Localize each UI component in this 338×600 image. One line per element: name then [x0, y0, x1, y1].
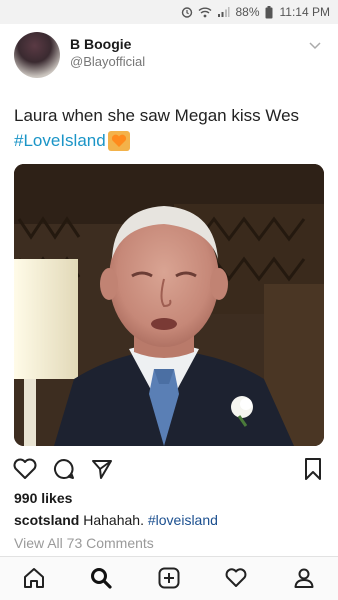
- chevron-down-icon[interactable]: [308, 40, 322, 50]
- heart-icon[interactable]: [12, 457, 38, 481]
- avatar[interactable]: [14, 32, 60, 78]
- wifi-icon: [199, 7, 212, 18]
- signal-icon: [218, 7, 230, 17]
- likes-count[interactable]: 990 likes: [14, 490, 72, 506]
- bottom-nav: [0, 556, 338, 600]
- caption-hashtag[interactable]: #loveisland: [148, 512, 218, 528]
- clock: 11:14 PM: [279, 5, 330, 19]
- post-text: Laura when she saw Megan kiss Wes: [14, 106, 300, 125]
- post-header: B Boogie @Blayofficial: [14, 32, 326, 80]
- hashtag-link[interactable]: #LoveIsland: [14, 131, 106, 151]
- battery-percent: 88%: [235, 5, 260, 19]
- alarm-icon: [182, 7, 193, 18]
- caption-text: Hahahah.: [83, 512, 144, 528]
- battery-icon: [265, 5, 273, 18]
- comment-icon[interactable]: [52, 457, 76, 481]
- handle[interactable]: @Blayofficial: [70, 54, 145, 69]
- photo-illustration: [14, 164, 324, 446]
- display-name[interactable]: B Boogie: [70, 36, 145, 52]
- hashtag-line: #LoveIsland: [14, 131, 130, 151]
- author-names: B Boogie @Blayofficial: [70, 36, 145, 80]
- post-photo[interactable]: [14, 164, 324, 446]
- share-icon[interactable]: [90, 457, 114, 481]
- orange-heart-emoji: [107, 131, 130, 151]
- profile-icon[interactable]: [292, 566, 316, 590]
- add-post-icon[interactable]: [157, 566, 181, 590]
- caption: scotsland Hahahah. #loveisland: [14, 512, 218, 528]
- bookmark-icon[interactable]: [304, 457, 322, 481]
- view-comments-link[interactable]: View All 73 Comments: [14, 535, 154, 551]
- home-icon[interactable]: [22, 566, 46, 590]
- activity-heart-icon[interactable]: [224, 566, 248, 590]
- action-bar: [12, 457, 326, 483]
- status-bar: 88% 11:14 PM: [0, 0, 338, 24]
- caption-username[interactable]: scotsland: [14, 512, 79, 528]
- search-icon[interactable]: [89, 566, 113, 590]
